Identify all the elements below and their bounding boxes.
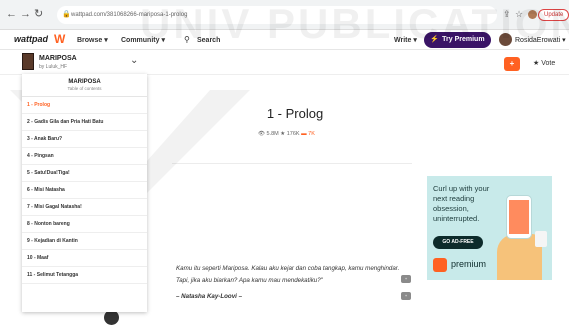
- wattpad-w-icon[interactable]: W: [54, 32, 65, 46]
- story-title[interactable]: MARIPOSA: [39, 55, 77, 63]
- quote-author: – Natasha Kay-Loovi –: [176, 293, 243, 300]
- story-author[interactable]: by Luluk_HF: [39, 64, 67, 70]
- ad-text: Curl up with your next reading obsession…: [433, 184, 490, 223]
- toc-item[interactable]: 7 - Misi Gagal Natasha!: [22, 199, 147, 216]
- site-header: wattpad W Browse ▾ Community ▾ ⚲ Search …: [0, 30, 569, 50]
- votes-count: 176K: [286, 131, 300, 137]
- reload-icon[interactable]: ↻: [34, 9, 43, 20]
- comments-count[interactable]: 7K: [308, 131, 315, 137]
- write-menu[interactable]: Write ▾: [394, 36, 417, 45]
- browse-menu[interactable]: Browse ▾: [77, 36, 108, 45]
- share-icon[interactable]: ⇪: [503, 10, 511, 19]
- toc-item[interactable]: 3 - Anak Baru?: [22, 131, 147, 148]
- profile-avatar[interactable]: [528, 10, 537, 19]
- toc-item[interactable]: 8 - Nonton bareng: [22, 216, 147, 233]
- wattpad-logo[interactable]: wattpad: [14, 34, 48, 45]
- toc-subtitle: Table of contents: [67, 86, 102, 91]
- toc-item[interactable]: 11 - Selimut Tetangga: [22, 267, 147, 284]
- inline-comment-icon[interactable]: +: [401, 275, 411, 283]
- update-button[interactable]: Update: [538, 9, 569, 21]
- comments-icon: ▬: [301, 131, 307, 137]
- bolt-icon: ⚡: [430, 36, 440, 43]
- url-text: wattpad.com/381068266-mariposa-1-prolog: [71, 12, 188, 18]
- vote-button[interactable]: ★ Vote: [533, 59, 555, 68]
- premium-ad[interactable]: Curl up with your next reading obsession…: [427, 176, 552, 280]
- divider: [172, 163, 412, 164]
- chapter-stats: 👁 5.8M ★ 176K ▬ 7K: [258, 131, 338, 138]
- reads-icon: 👁: [258, 131, 265, 137]
- user-avatar[interactable]: [499, 33, 512, 46]
- browser-toolbar: ← → ↻ 🔒 wattpad.com/381068266-mariposa-1…: [0, 0, 569, 30]
- toc-item[interactable]: 10 - Maaf: [22, 250, 147, 267]
- search-icon[interactable]: ⚲: [184, 35, 190, 44]
- premium-label: Try Premium: [442, 36, 485, 43]
- phone-screen-illustration: [509, 200, 529, 234]
- toc-header: MARIPOSA Table of contents: [22, 74, 147, 97]
- table-of-contents-dropdown: MARIPOSA Table of contents 1 - Prolog 2 …: [22, 74, 147, 312]
- toc-item[interactable]: 1 - Prolog: [22, 97, 147, 114]
- story-toolbar: [0, 51, 569, 75]
- more-share-icon[interactable]: [104, 310, 119, 325]
- toc-item[interactable]: 5 - Satu!Dua!Tiga!: [22, 165, 147, 182]
- chapter-paragraph: Kamu itu seperti Mariposa. Kalau aku kej…: [176, 265, 400, 284]
- community-menu[interactable]: Community ▾: [121, 36, 165, 45]
- forward-arrow-icon[interactable]: →: [20, 9, 31, 20]
- chapter-title: 1 - Prolog: [266, 106, 324, 121]
- toc-item[interactable]: 6 - Misi Natasha: [22, 182, 147, 199]
- toc-title: MARIPOSA: [68, 79, 101, 85]
- story-cover[interactable]: [22, 53, 34, 70]
- chevron-down-icon[interactable]: ⌄: [130, 56, 138, 66]
- lock-icon: 🔒: [62, 11, 71, 18]
- back-arrow-icon[interactable]: ←: [6, 9, 17, 20]
- wattpad-logo-icon: [433, 258, 447, 272]
- search-input[interactable]: Search: [197, 36, 220, 45]
- toc-item[interactable]: 4 - Pingsan: [22, 148, 147, 165]
- try-premium-button[interactable]: ⚡ Try Premium: [424, 32, 491, 48]
- go-ad-free-button[interactable]: GO AD-FREE: [433, 236, 483, 249]
- inline-comment-icon[interactable]: +: [401, 292, 411, 300]
- cup-illustration: [535, 231, 547, 247]
- ad-brand: premium: [451, 259, 487, 269]
- reads-count: 5.8M: [266, 131, 279, 137]
- add-to-library-button[interactable]: +: [504, 57, 520, 71]
- toc-item[interactable]: 2 - Gadis Gila dan Pria Hati Batu: [22, 114, 147, 131]
- toc-item[interactable]: 9 - Kejadian di Kantin: [22, 233, 147, 250]
- user-menu[interactable]: RosidaErowati ▾: [515, 36, 566, 45]
- votes-icon: ★: [280, 131, 286, 137]
- address-bar[interactable]: 🔒 wattpad.com/381068266-mariposa-1-prolo…: [57, 6, 497, 24]
- bookmark-star-icon[interactable]: ☆: [515, 10, 523, 19]
- vote-label: Vote: [541, 60, 556, 67]
